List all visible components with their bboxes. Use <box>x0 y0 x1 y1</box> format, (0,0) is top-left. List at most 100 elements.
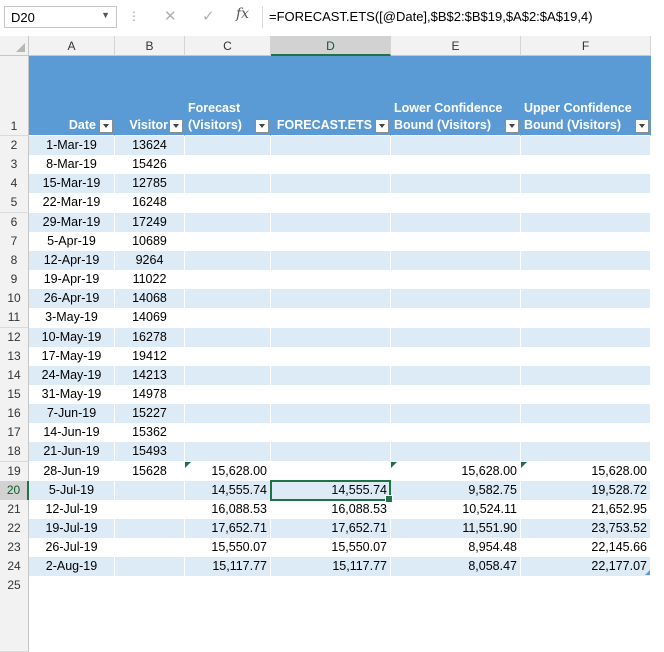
table-cell[interactable]: 17-May-19 <box>29 346 115 367</box>
row-header-22[interactable]: 22 <box>0 519 29 539</box>
table-cell[interactable] <box>115 538 185 559</box>
table-cell[interactable]: 12-Jul-19 <box>29 499 115 520</box>
table-cell[interactable] <box>185 193 271 214</box>
row-header-8[interactable]: 8 <box>0 250 29 271</box>
row-header-21[interactable]: 21 <box>0 499 29 520</box>
table-cell[interactable]: 14213 <box>115 365 185 386</box>
table-cell[interactable] <box>271 423 391 444</box>
table-cell[interactable]: 19412 <box>115 346 185 367</box>
table-cell[interactable]: 5-Jul-19 <box>29 480 115 501</box>
row-header-2[interactable]: 2 <box>0 136 29 156</box>
table-header-cell[interactable]: FORECAST.ETS <box>271 56 391 136</box>
table-cell[interactable]: 15628 <box>115 461 185 482</box>
table-cell[interactable] <box>391 404 521 425</box>
table-cell[interactable] <box>271 327 391 348</box>
table-cell[interactable]: 15,628.00 <box>521 461 651 482</box>
table-cell[interactable]: 15227 <box>115 404 185 425</box>
table-cell[interactable]: 15,117.77 <box>271 557 391 578</box>
column-header-e[interactable]: E <box>391 36 521 56</box>
table-cell[interactable]: 31-May-19 <box>29 384 115 405</box>
row-header-9[interactable]: 9 <box>0 270 29 291</box>
table-cell[interactable] <box>391 193 521 214</box>
table-cell[interactable] <box>391 174 521 195</box>
table-cell[interactable] <box>521 270 651 291</box>
table-cell[interactable]: 16,088.53 <box>185 499 271 520</box>
filter-dropdown-icon[interactable] <box>375 119 389 133</box>
filter-dropdown-icon[interactable] <box>169 119 183 133</box>
table-header-cell[interactable]: Lower Confidence Bound (Visitors) <box>391 56 521 136</box>
column-header-d[interactable]: D <box>271 36 391 56</box>
table-cell[interactable]: 16278 <box>115 327 185 348</box>
table-cell[interactable]: 12-Apr-19 <box>29 250 115 271</box>
table-cell[interactable]: 14,555.74 <box>271 480 391 501</box>
row-header-16[interactable]: 16 <box>0 404 29 425</box>
row-header-1[interactable]: 1 <box>0 56 29 136</box>
row-header-19[interactable]: 19 <box>0 461 29 482</box>
row-header-15[interactable]: 15 <box>0 384 29 405</box>
table-cell[interactable] <box>185 327 271 348</box>
row-header-4[interactable]: 4 <box>0 174 29 195</box>
table-cell[interactable]: 29-Mar-19 <box>29 212 115 233</box>
row-header-12[interactable]: 12 <box>0 327 29 348</box>
table-cell[interactable] <box>391 308 521 329</box>
row-header-7[interactable]: 7 <box>0 231 29 252</box>
table-cell[interactable] <box>185 231 271 252</box>
row-header-3[interactable]: 3 <box>0 155 29 176</box>
table-cell[interactable] <box>115 557 185 578</box>
table-cell[interactable]: 22,177.07 <box>521 557 651 578</box>
table-cell[interactable]: 14069 <box>115 308 185 329</box>
table-cell[interactable]: 15,117.77 <box>185 557 271 578</box>
table-cell[interactable] <box>521 155 651 176</box>
table-cell[interactable]: 2-Aug-19 <box>29 557 115 578</box>
table-cell[interactable]: 17,652.71 <box>185 519 271 539</box>
table-cell[interactable] <box>271 346 391 367</box>
table-cell[interactable]: 5-Apr-19 <box>29 231 115 252</box>
table-cell[interactable]: 9,582.75 <box>391 480 521 501</box>
table-header-cell[interactable]: Forecast (Visitors) <box>185 56 271 136</box>
table-cell[interactable] <box>115 519 185 539</box>
table-cell[interactable] <box>521 442 651 463</box>
table-cell[interactable]: 23,753.52 <box>521 519 651 539</box>
table-cell[interactable]: 12785 <box>115 174 185 195</box>
row-header-5[interactable]: 5 <box>0 193 29 214</box>
name-box[interactable]: D20 ▼ <box>4 6 117 28</box>
table-cell[interactable] <box>391 270 521 291</box>
table-cell[interactable] <box>521 308 651 329</box>
table-cell[interactable] <box>271 365 391 386</box>
row-header-25[interactable]: 25 <box>0 576 29 652</box>
table-cell[interactable]: 3-May-19 <box>29 308 115 329</box>
table-cell[interactable] <box>271 212 391 233</box>
table-cell[interactable]: 17249 <box>115 212 185 233</box>
table-resize-handle[interactable] <box>645 570 650 576</box>
table-cell[interactable]: 10689 <box>115 231 185 252</box>
table-cell[interactable]: 15-Mar-19 <box>29 174 115 195</box>
table-cell[interactable] <box>521 423 651 444</box>
table-cell[interactable] <box>521 365 651 386</box>
table-cell[interactable] <box>271 250 391 271</box>
select-all-button[interactable] <box>0 36 29 56</box>
table-cell[interactable]: 15,628.00 <box>391 461 521 482</box>
table-cell[interactable]: 8,058.47 <box>391 557 521 578</box>
table-cell[interactable] <box>521 174 651 195</box>
table-cell[interactable] <box>185 423 271 444</box>
table-header-cell[interactable]: Date <box>29 56 115 136</box>
table-cell[interactable] <box>271 384 391 405</box>
table-cell[interactable] <box>521 346 651 367</box>
table-cell[interactable] <box>391 442 521 463</box>
table-cell[interactable]: 21-Jun-19 <box>29 442 115 463</box>
cancel-icon[interactable]: ✕ <box>164 7 177 25</box>
table-cell[interactable]: 13624 <box>115 136 185 156</box>
enter-icon[interactable]: ✓ <box>202 7 215 25</box>
table-cell[interactable]: 22-Mar-19 <box>29 193 115 214</box>
table-cell[interactable] <box>521 289 651 310</box>
table-cell[interactable]: 8,954.48 <box>391 538 521 559</box>
table-cell[interactable] <box>185 442 271 463</box>
table-cell[interactable] <box>271 231 391 252</box>
table-cell[interactable] <box>391 423 521 444</box>
table-cell[interactable] <box>391 155 521 176</box>
table-cell[interactable]: 10-May-19 <box>29 327 115 348</box>
table-cell[interactable]: 17,652.71 <box>271 519 391 539</box>
table-cell[interactable]: 19-Jul-19 <box>29 519 115 539</box>
table-cell[interactable] <box>271 136 391 156</box>
table-cell[interactable] <box>185 270 271 291</box>
